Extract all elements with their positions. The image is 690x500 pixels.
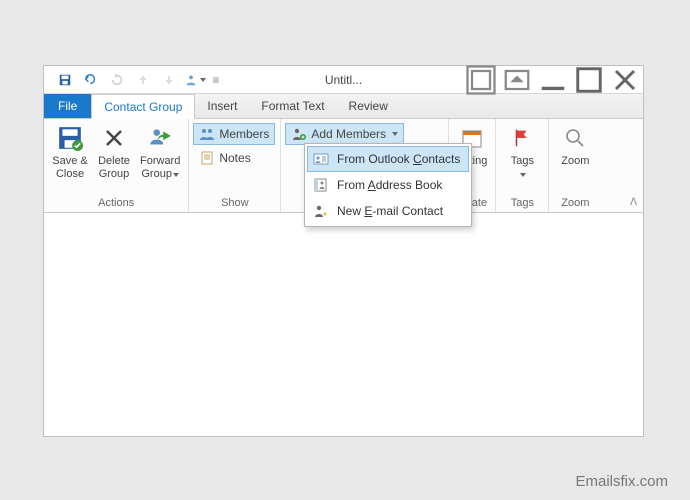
minimize-icon[interactable] <box>535 66 571 94</box>
up-arrow-icon[interactable] <box>130 66 156 94</box>
dd-new-email-contact-label: New E-mail Contact <box>337 204 443 218</box>
redo-icon[interactable] <box>104 66 130 94</box>
help-icon[interactable] <box>463 66 499 94</box>
new-contact-icon <box>313 203 329 219</box>
window-controls <box>463 66 643 94</box>
group-show: Members Notes Show <box>189 119 281 212</box>
card-icon <box>313 151 329 167</box>
tags-button[interactable]: Tags <box>500 121 544 183</box>
content-area <box>44 214 643 436</box>
quick-access-toolbar: ≡ <box>44 66 224 94</box>
delete-group-button[interactable]: Delete Group <box>92 121 136 183</box>
dd-from-address-book[interactable]: From Address Book <box>307 172 469 198</box>
dd-from-address-book-label: From Address Book <box>337 178 442 192</box>
add-members-icon <box>291 126 307 142</box>
maximize-icon[interactable] <box>571 66 607 94</box>
dd-from-outlook-contacts-label: From Outlook Contacts <box>337 152 460 166</box>
group-actions: Save & Close Delete Group Forward Group … <box>44 119 189 212</box>
ribbon-tabs: File Contact Group Insert Format Text Re… <box>44 94 643 119</box>
collapse-ribbon-icon[interactable]: ᐱ <box>630 197 637 208</box>
tab-review[interactable]: Review <box>337 93 400 118</box>
group-show-label: Show <box>193 195 276 212</box>
zoom-button[interactable]: Zoom <box>553 121 597 170</box>
zoom-label: Zoom <box>561 155 589 168</box>
members-label: Members <box>219 127 269 141</box>
forward-group-label: Forward Group <box>140 155 180 181</box>
save-close-icon <box>55 123 85 153</box>
tab-format-text[interactable]: Format Text <box>249 93 336 118</box>
tab-insert[interactable]: Insert <box>195 93 249 118</box>
ribbon-display-icon[interactable] <box>499 66 535 94</box>
tab-file[interactable]: File <box>44 93 91 118</box>
group-zoom-label: Zoom <box>553 195 597 212</box>
save-icon[interactable] <box>52 66 78 94</box>
group-actions-label: Actions <box>48 195 184 212</box>
close-icon[interactable] <box>607 66 643 94</box>
forward-icon <box>145 123 175 153</box>
add-members-button[interactable]: Add Members <box>285 123 404 145</box>
add-members-dropdown: From Outlook Contacts From Address Book … <box>304 143 472 227</box>
group-zoom: Zoom Zoom <box>549 119 601 212</box>
tab-contact-group[interactable]: Contact Group <box>91 94 195 119</box>
notes-label: Notes <box>219 151 250 165</box>
flag-icon <box>507 123 537 153</box>
outlook-window: ≡ Untitl... File Contact Group Insert Fo… <box>43 65 644 437</box>
notes-button[interactable]: Notes <box>193 147 275 169</box>
tags-label: Tags <box>511 155 534 181</box>
add-members-label: Add Members <box>311 127 386 141</box>
dd-new-email-contact[interactable]: New E-mail Contact <box>307 198 469 224</box>
group-tags-label: Tags <box>500 195 544 212</box>
watermark: Emailsfix.com <box>575 473 668 490</box>
undo-icon[interactable] <box>78 66 104 94</box>
person-icon[interactable] <box>182 66 208 94</box>
members-icon <box>199 126 215 142</box>
qat-customize-icon[interactable]: ≡ <box>208 66 224 94</box>
dd-from-outlook-contacts[interactable]: From Outlook Contacts <box>307 146 469 172</box>
save-and-close-button[interactable]: Save & Close <box>48 121 92 183</box>
delete-icon <box>99 123 129 153</box>
window-title: Untitl... <box>325 73 362 87</box>
notes-icon <box>199 150 215 166</box>
delete-group-label: Delete Group <box>98 155 130 181</box>
forward-group-button[interactable]: Forward Group <box>136 121 184 183</box>
group-tags: Tags Tags <box>496 119 549 212</box>
title-bar: ≡ Untitl... <box>44 66 643 94</box>
zoom-icon <box>560 123 590 153</box>
addressbook-icon <box>313 177 329 193</box>
members-button[interactable]: Members <box>193 123 275 145</box>
save-close-label: Save & Close <box>52 155 87 181</box>
down-arrow-icon[interactable] <box>156 66 182 94</box>
